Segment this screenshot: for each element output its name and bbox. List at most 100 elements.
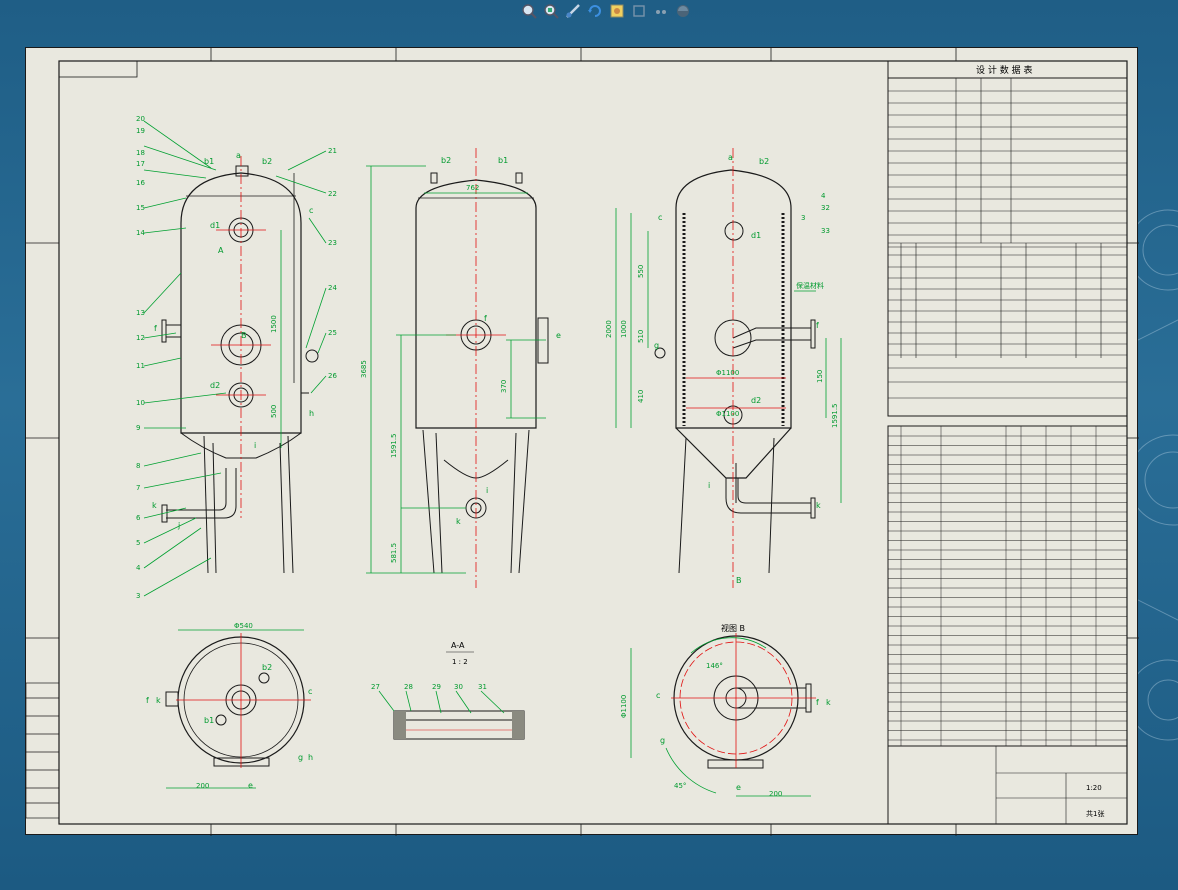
item-number: 16 (136, 179, 145, 187)
dim-762: 762 (466, 184, 479, 192)
dim-200-left: 200 (196, 782, 209, 790)
dim-2000: 2000 (605, 320, 613, 338)
item-number: 9 (136, 424, 140, 432)
dim-1591-5: 1591.5 (390, 434, 398, 459)
top-label-b2: b2 (262, 663, 272, 672)
side-label-b2: b2 (441, 156, 451, 165)
item-number: 25 (328, 329, 337, 337)
dim-510: 510 (637, 330, 645, 343)
dim-1591-5-right: 1591.5 (831, 404, 839, 429)
sec-label-c: c (658, 213, 662, 222)
top-label-e: e (248, 781, 253, 790)
data-table-heading: 设 计 数 据 表 (976, 64, 1032, 76)
item-number: 12 (136, 334, 145, 342)
item-number: 15 (136, 204, 145, 212)
revision-table (26, 682, 60, 819)
dim-200-right: 200 (769, 790, 782, 798)
view-settings-icon[interactable] (608, 2, 626, 20)
dim-146-deg: 146° (706, 662, 723, 670)
front-label-f: f (154, 324, 157, 333)
section-a-a-scale: 1 : 2 (452, 658, 468, 666)
zoom-to-fit-icon[interactable] (520, 2, 538, 20)
view-orientation-icon[interactable] (630, 2, 648, 20)
front-label-a: a (236, 151, 241, 160)
hide-show-items-icon[interactable] (652, 2, 670, 20)
item-number: 13 (136, 309, 145, 317)
item-number: 31 (478, 683, 487, 691)
section-view: 2000 1000 550 510 410 Φ1100 Φ1100 150 15… (605, 148, 842, 588)
side-label-k: k (456, 517, 461, 526)
front-label-d1: d1 (210, 221, 220, 230)
side-label-e: e (556, 331, 561, 340)
zoom-in-out-icon[interactable] (564, 2, 582, 20)
section-item-numbers: 4 32 3 33 (801, 192, 830, 235)
top-label-h: h (308, 753, 313, 762)
dim-3685: 3685 (360, 360, 368, 378)
item-number: 5 (136, 539, 140, 547)
dim-581-5: 581.5 (390, 543, 398, 563)
front-label-c: c (309, 206, 313, 215)
item-number: 3 (136, 592, 140, 600)
view-b: 视图 B Φ1100 146° 45° 200 c f k g e (620, 623, 831, 798)
dim-410: 410 (637, 390, 645, 403)
viewb-label-e: e (736, 783, 741, 792)
item-number: 18 (136, 149, 145, 157)
front-label-b2: b2 (262, 157, 272, 166)
viewb-label-f: f (816, 698, 819, 707)
item-number: 29 (432, 683, 441, 691)
front-right-item-numbers: 21 22 23 24 25 26 (328, 147, 337, 380)
top-label-c: c (308, 687, 312, 696)
dim-phi1100-a: Φ1100 (716, 369, 739, 377)
dim-phi1100-view-b: Φ1100 (620, 695, 628, 718)
scale-value: 1:20 (1086, 784, 1102, 792)
side-label-i: i (486, 486, 488, 495)
dim-phi540: Φ540 (234, 622, 253, 630)
dim-350: 370 (500, 380, 508, 393)
item-number: 28 (404, 683, 413, 691)
side-label-f: f (484, 314, 487, 323)
item-number: 11 (136, 362, 145, 370)
drawing-canvas: a b1 b2 d1 d2 f h i j k c A B 1500 500 2… (26, 48, 1139, 836)
viewb-label-k: k (826, 698, 831, 707)
top-view: Φ540 200 f k b2 b1 c g h e (146, 622, 313, 790)
front-view: a b1 b2 d1 d2 f h i j k c A B 1500 500 2… (136, 115, 337, 600)
side-view: 3685 762 1591.5 581.5 370 b2 b1 f e k i (360, 148, 561, 588)
item-number: 14 (136, 229, 145, 237)
drawing-sheet[interactable]: a b1 b2 d1 d2 f h i j k c A B 1500 500 2… (25, 47, 1139, 836)
item-number: 7 (136, 484, 140, 492)
sec-label-g: g (654, 341, 659, 350)
top-label-b1: b1 (204, 716, 214, 725)
zoom-to-area-icon[interactable] (542, 2, 560, 20)
title-block: 设 计 数 据 表 1:20 共1张 (887, 60, 1128, 825)
item-number: 24 (328, 284, 337, 292)
item-number: 33 (821, 227, 830, 235)
front-item-numbers: 20 19 18 17 16 15 14 13 12 11 10 9 8 7 6… (136, 115, 145, 600)
item-number: 4 (136, 564, 141, 572)
item-number: 23 (328, 239, 337, 247)
viewb-label-c: c (656, 691, 660, 700)
viewb-label-g: g (660, 736, 665, 745)
section-a-a: A-A 1 : 2 27 28 29 30 31 (371, 641, 525, 740)
item-number: 3 (801, 214, 805, 222)
front-label-j: j (177, 521, 180, 530)
rotate-view-icon[interactable] (586, 2, 604, 20)
top-label-f: f (146, 696, 149, 705)
item-number: 26 (328, 372, 337, 380)
sec-label-d1: d1 (751, 231, 761, 240)
front-label-A: A (218, 246, 224, 255)
display-style-icon[interactable] (674, 2, 692, 20)
view-b-title: 视图 B (721, 623, 745, 633)
dim-500: 500 (270, 405, 278, 418)
front-label-i: i (254, 441, 256, 450)
item-number: 32 (821, 204, 830, 212)
front-label-b1: b1 (204, 157, 214, 166)
front-label-d2: d2 (210, 381, 220, 390)
sheet-count: 共1张 (1086, 809, 1104, 818)
sec-label-B: B (736, 576, 742, 585)
dim-1000: 1000 (620, 320, 628, 338)
top-label-k: k (156, 696, 161, 705)
dim-550: 550 (637, 265, 645, 278)
item-number: 30 (454, 683, 463, 691)
dim-45-deg: 45° (674, 782, 686, 790)
item-number: 21 (328, 147, 337, 155)
